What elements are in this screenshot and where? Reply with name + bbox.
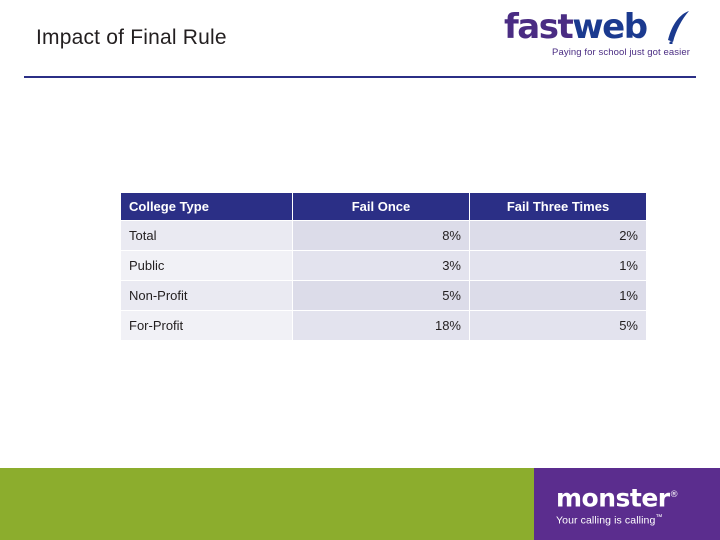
monster-registered-mark: ® xyxy=(669,490,679,501)
monster-tagline: Your calling is calling™ xyxy=(556,514,706,527)
cell-fail-three-times: 1% xyxy=(469,250,647,281)
cell-college-type: Public xyxy=(120,250,293,281)
fastweb-logo: fastweb Paying for school just got easie… xyxy=(504,8,694,70)
monster-tagline-text: Your calling is calling xyxy=(556,514,656,526)
cell-fail-three-times: 1% xyxy=(469,280,647,311)
cell-college-type: For-Profit xyxy=(120,310,293,341)
fastweb-word-web: web xyxy=(572,7,648,47)
cell-fail-once: 8% xyxy=(292,220,470,251)
monster-word: monster xyxy=(556,483,670,513)
column-header-fail-once: Fail Once xyxy=(292,192,470,221)
fastweb-word-fast: fast xyxy=(504,7,574,47)
table-row: Non-Profit 5% 1% xyxy=(120,280,647,311)
table-row: Total 8% 2% xyxy=(120,220,647,251)
cell-fail-once: 3% xyxy=(292,250,470,281)
cell-fail-three-times: 2% xyxy=(469,220,647,251)
monster-logo: monster® Your calling is calling™ xyxy=(556,482,706,526)
page-title: Impact of Final Rule xyxy=(36,26,227,49)
impact-table: College Type Fail Once Fail Three Times … xyxy=(120,192,647,341)
monster-wordmark: monster® xyxy=(556,482,706,511)
column-header-college-type: College Type xyxy=(120,192,293,221)
fastweb-tagline: Paying for school just got easier xyxy=(552,47,690,58)
cell-college-type: Non-Profit xyxy=(120,280,293,311)
cell-fail-three-times: 5% xyxy=(469,310,647,341)
table-row: For-Profit 18% 5% xyxy=(120,310,647,341)
cell-college-type: Total xyxy=(120,220,293,251)
monster-trademark-mark: ™ xyxy=(655,513,663,521)
table-header-row: College Type Fail Once Fail Three Times xyxy=(120,192,647,221)
table-row: Public 3% 1% xyxy=(120,250,647,281)
cell-fail-once: 5% xyxy=(292,280,470,311)
header-divider xyxy=(24,76,696,78)
footer-green-band xyxy=(0,468,534,540)
fastweb-swoosh-icon xyxy=(668,11,689,44)
cell-fail-once: 18% xyxy=(292,310,470,341)
column-header-fail-three-times: Fail Three Times xyxy=(469,192,647,221)
